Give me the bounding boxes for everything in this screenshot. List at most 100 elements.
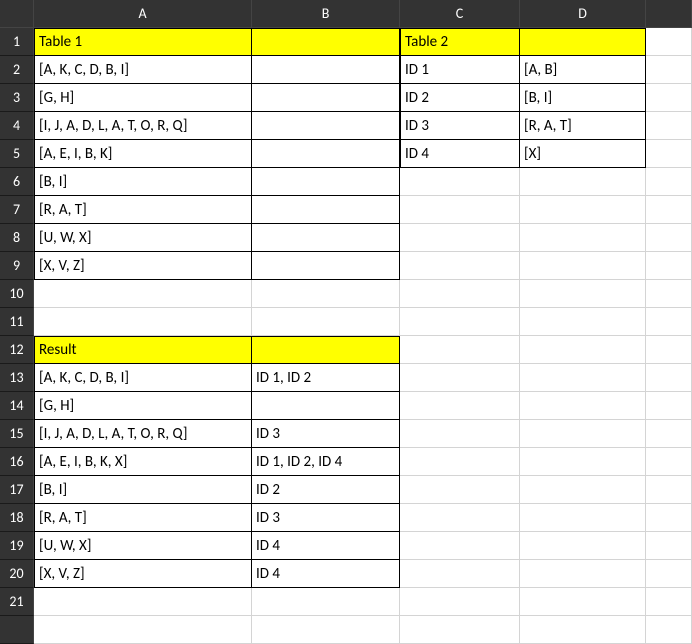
cell-D9[interactable]	[520, 252, 646, 280]
row-header-15[interactable]: 15	[0, 420, 34, 448]
cell-E6[interactable]	[646, 168, 692, 196]
cell-E11[interactable]	[646, 308, 692, 336]
row-header-19[interactable]: 19	[0, 532, 34, 560]
cell-C3[interactable]: ID 2	[400, 84, 520, 112]
cell-B14[interactable]	[252, 392, 400, 420]
cell-E7[interactable]	[646, 196, 692, 224]
cell-A6[interactable]: [B, I]	[34, 168, 252, 196]
cell-A11[interactable]	[34, 308, 252, 336]
cell-C6[interactable]	[400, 168, 520, 196]
cell-E3[interactable]	[646, 84, 692, 112]
cell-E4[interactable]	[646, 112, 692, 140]
cell-D10[interactable]	[520, 280, 646, 308]
cell-E22[interactable]	[646, 616, 692, 644]
row-header-14[interactable]: 14	[0, 392, 34, 420]
cell-A15[interactable]: [I, J, A, D, L, A, T, O, R, Q]	[34, 420, 252, 448]
cell-D5[interactable]: [X]	[520, 140, 646, 168]
cell-B19[interactable]: ID 4	[252, 532, 400, 560]
cell-C19[interactable]	[400, 532, 520, 560]
cell-A5[interactable]: [A, E, I, B, K]	[34, 140, 252, 168]
row-header-10[interactable]: 10	[0, 280, 34, 308]
cell-D6[interactable]	[520, 168, 646, 196]
cell-A18[interactable]: [R, A, T]	[34, 504, 252, 532]
cell-C21[interactable]	[400, 588, 520, 616]
row-header-13[interactable]: 13	[0, 364, 34, 392]
cell-E13[interactable]	[646, 364, 692, 392]
row-header-8[interactable]: 8	[0, 224, 34, 252]
row-header-6[interactable]: 6	[0, 168, 34, 196]
cell-B11[interactable]	[252, 308, 400, 336]
cell-C9[interactable]	[400, 252, 520, 280]
cell-E21[interactable]	[646, 588, 692, 616]
row-header-9[interactable]: 9	[0, 252, 34, 280]
col-header-C[interactable]: C	[400, 0, 520, 28]
cell-B10[interactable]	[252, 280, 400, 308]
row-header-4[interactable]: 4	[0, 112, 34, 140]
cell-A2[interactable]: [A, K, C, D, B, I]	[34, 56, 252, 84]
cell-D11[interactable]	[520, 308, 646, 336]
cell-B17[interactable]: ID 2	[252, 476, 400, 504]
cell-D3[interactable]: [B, I]	[520, 84, 646, 112]
cell-B1[interactable]	[252, 28, 400, 56]
row-header-7[interactable]: 7	[0, 196, 34, 224]
cell-B18[interactable]: ID 3	[252, 504, 400, 532]
cell-B16[interactable]: ID 1, ID 2, ID 4	[252, 448, 400, 476]
cell-B6[interactable]	[252, 168, 400, 196]
cell-D16[interactable]	[520, 448, 646, 476]
cell-A22[interactable]	[34, 616, 252, 644]
cell-B4[interactable]	[252, 112, 400, 140]
row-header-11[interactable]: 11	[0, 308, 34, 336]
cell-B7[interactable]	[252, 196, 400, 224]
cell-E10[interactable]	[646, 280, 692, 308]
cell-D8[interactable]	[520, 224, 646, 252]
cell-A16[interactable]: [A, E, I, B, K, X]	[34, 448, 252, 476]
cell-C16[interactable]	[400, 448, 520, 476]
row-header-2[interactable]: 2	[0, 56, 34, 84]
cell-D22[interactable]	[520, 616, 646, 644]
cell-B8[interactable]	[252, 224, 400, 252]
cell-C17[interactable]	[400, 476, 520, 504]
cell-C22[interactable]	[400, 616, 520, 644]
cell-B13[interactable]: ID 1, ID 2	[252, 364, 400, 392]
row-header-18[interactable]: 18	[0, 504, 34, 532]
row-header-20[interactable]: 20	[0, 560, 34, 588]
cell-B3[interactable]	[252, 84, 400, 112]
cell-C5[interactable]: ID 4	[400, 140, 520, 168]
cell-B12[interactable]	[252, 336, 400, 364]
cell-E15[interactable]	[646, 420, 692, 448]
cell-A19[interactable]: [U, W, X]	[34, 532, 252, 560]
cell-E2[interactable]	[646, 56, 692, 84]
cell-D19[interactable]	[520, 532, 646, 560]
cell-E14[interactable]	[646, 392, 692, 420]
cell-A3[interactable]: [G, H]	[34, 84, 252, 112]
cell-B21[interactable]	[252, 588, 400, 616]
cell-B9[interactable]	[252, 252, 400, 280]
row-header-1[interactable]: 1	[0, 28, 34, 56]
row-header-22[interactable]	[0, 616, 34, 644]
cell-D15[interactable]	[520, 420, 646, 448]
cell-C20[interactable]	[400, 560, 520, 588]
cell-A17[interactable]: [B, I]	[34, 476, 252, 504]
cell-B15[interactable]: ID 3	[252, 420, 400, 448]
cell-B2[interactable]	[252, 56, 400, 84]
cell-A7[interactable]: [R, A, T]	[34, 196, 252, 224]
col-header-D[interactable]: D	[520, 0, 646, 28]
cell-D14[interactable]	[520, 392, 646, 420]
cell-E19[interactable]	[646, 532, 692, 560]
row-header-17[interactable]: 17	[0, 476, 34, 504]
cell-E9[interactable]	[646, 252, 692, 280]
select-all-corner[interactable]	[0, 0, 34, 28]
cell-B20[interactable]: ID 4	[252, 560, 400, 588]
cell-A14[interactable]: [G, H]	[34, 392, 252, 420]
cell-C13[interactable]	[400, 364, 520, 392]
cell-A10[interactable]	[34, 280, 252, 308]
col-header-A[interactable]: A	[34, 0, 252, 28]
cell-A8[interactable]: [U, W, X]	[34, 224, 252, 252]
row-header-12[interactable]: 12	[0, 336, 34, 364]
cell-C1[interactable]: Table 2	[400, 28, 520, 56]
cell-B22[interactable]	[252, 616, 400, 644]
cell-C4[interactable]: ID 3	[400, 112, 520, 140]
cell-B5[interactable]	[252, 140, 400, 168]
row-header-5[interactable]: 5	[0, 140, 34, 168]
col-header-[interactable]	[646, 0, 692, 28]
